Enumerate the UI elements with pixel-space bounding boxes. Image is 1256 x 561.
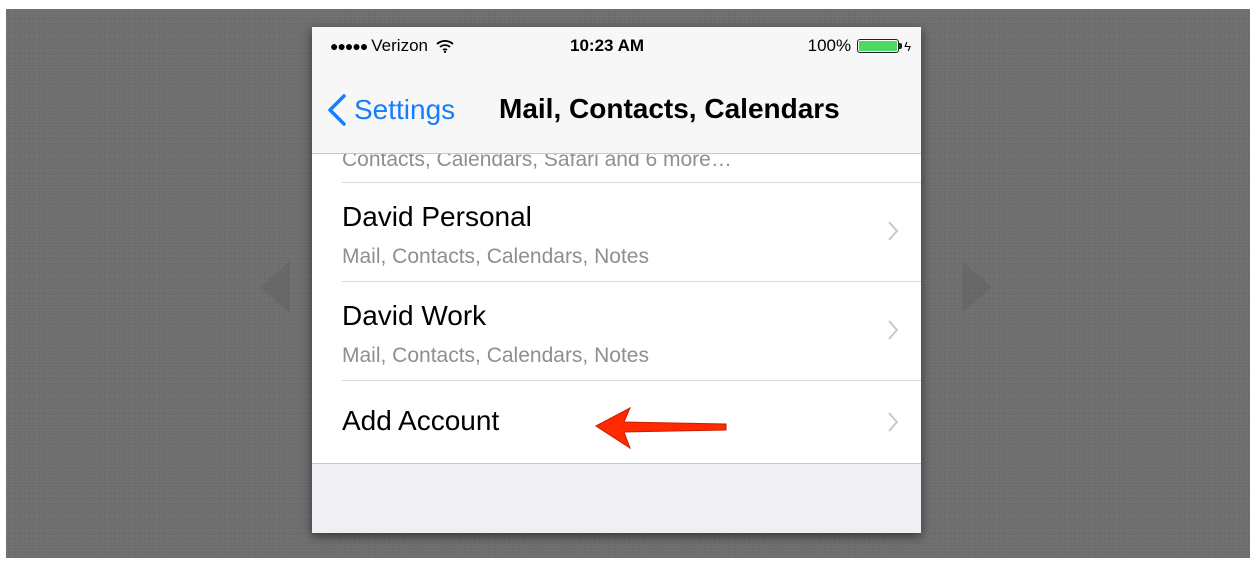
carrier-group: ●●●●● Verizon [330, 36, 454, 56]
phone-screen: ●●●●● Verizon 10:23 AM 100% ϟ Settings M… [312, 27, 921, 533]
navigation-bar: Settings Mail, Contacts, Calendars [312, 67, 921, 154]
signal-strength-icon: ●●●●● [330, 38, 368, 54]
status-bar: ●●●●● Verizon 10:23 AM 100% ϟ [312, 27, 921, 67]
account-name: David Work [342, 300, 487, 331]
battery-icon [857, 39, 903, 53]
page-title: Mail, Contacts, Calendars [499, 93, 840, 124]
chevron-right-icon [888, 320, 899, 340]
back-button[interactable]: Settings [326, 93, 455, 127]
back-button-label: Settings [354, 94, 456, 125]
battery-percent: 100% [807, 36, 852, 55]
previous-arrow-icon[interactable] [260, 261, 290, 313]
battery-level-fill [859, 41, 898, 51]
account-detail: Mail, Contacts, Calendars, Notes [342, 245, 649, 268]
chevron-left-icon [328, 94, 346, 126]
battery-nub [899, 43, 903, 49]
chevron-right-icon [888, 412, 899, 432]
partial-account-detail: Contacts, Calendars, Safari and 6 more… [342, 154, 732, 171]
account-name: David Personal [342, 201, 532, 232]
partial-account-row[interactable]: Contacts, Calendars, Safari and 6 more… [312, 154, 921, 182]
wifi-icon [436, 40, 454, 53]
status-time: 10:23 AM [570, 36, 645, 55]
chevron-right-icon [888, 221, 899, 241]
account-row-david-personal[interactable]: David Personal Mail, Contacts, Calendars… [342, 182, 921, 281]
add-account-label: Add Account [342, 405, 500, 436]
carrier-name: Verizon [371, 36, 428, 55]
next-arrow-icon[interactable] [962, 261, 992, 313]
list-bottom-border [312, 463, 921, 464]
charging-bolt-icon: ϟ [904, 38, 911, 54]
battery-group: 100% ϟ [808, 36, 911, 56]
red-pointer-arrow-icon [595, 406, 727, 450]
account-detail: Mail, Contacts, Calendars, Notes [342, 344, 649, 367]
account-row-david-work[interactable]: David Work Mail, Contacts, Calendars, No… [342, 281, 921, 380]
